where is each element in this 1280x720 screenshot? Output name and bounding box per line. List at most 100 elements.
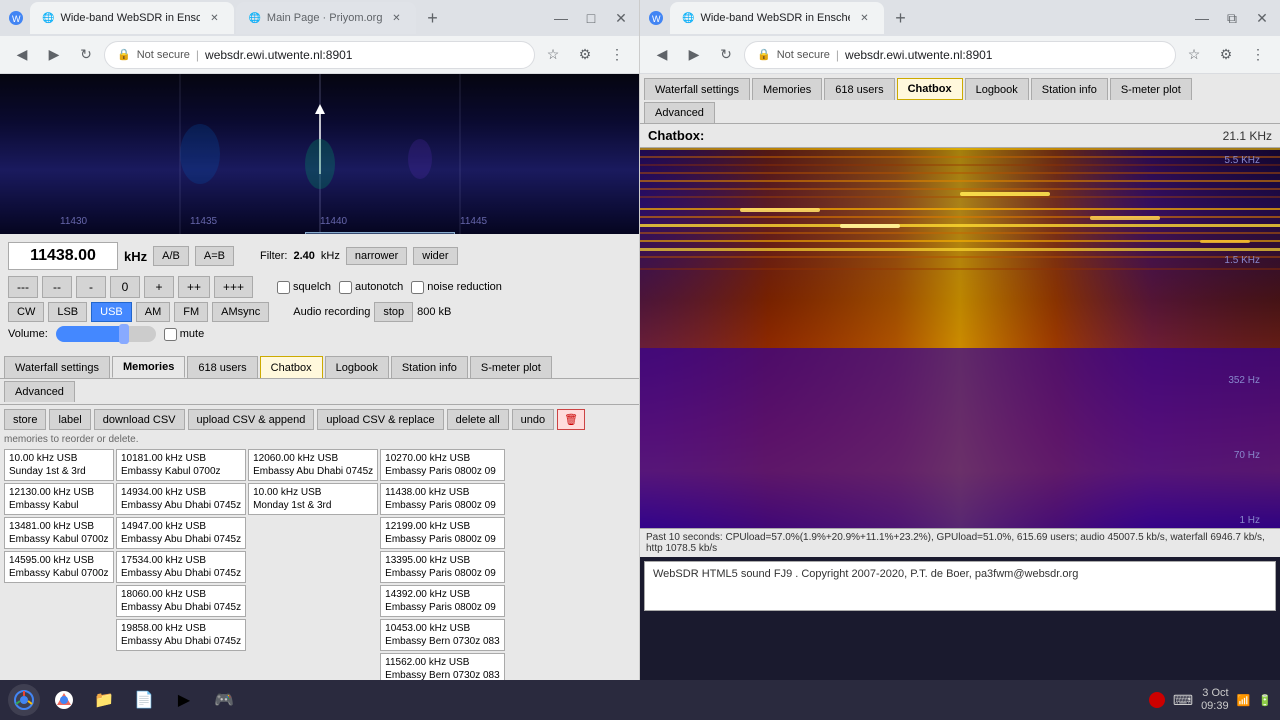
autonotch-checkbox[interactable]	[339, 281, 352, 294]
fm-mode-button[interactable]: FM	[174, 302, 208, 322]
step-plus2-button[interactable]: ++	[178, 276, 210, 298]
minimize-button-right[interactable]: —	[1188, 4, 1216, 32]
step-minus1-button[interactable]: -	[76, 276, 106, 298]
volume-slider[interactable]	[56, 326, 156, 342]
refresh-button-right[interactable]: ↻	[712, 41, 740, 69]
mem-item-6[interactable]: 14934.00 kHz USBEmbassy Abu Dhabi 0745z	[116, 483, 246, 515]
mem-item-15[interactable]: 12199.00 kHz USBEmbassy Paris 0800z 09	[380, 517, 505, 549]
am-mode-button[interactable]: AM	[136, 302, 171, 322]
right-tab-1-close[interactable]: ✕	[856, 10, 872, 26]
taskbar-chrome-icon[interactable]	[48, 684, 80, 716]
taskbar-docs-icon[interactable]: 📄	[128, 684, 160, 716]
mem-item-3[interactable]: 13481.00 kHz USBEmbassy Kabul 0700z	[4, 517, 114, 549]
taskbar-files-icon[interactable]: 📁	[88, 684, 120, 716]
mem-item-9[interactable]: 18060.00 kHz USBEmbassy Abu Dhabi 0745z	[116, 585, 246, 617]
taskbar-time-date[interactable]: 3 Oct 09:39	[1201, 687, 1229, 713]
step-minus3-button[interactable]: ---	[8, 276, 38, 298]
tab-users-left[interactable]: 618 users	[187, 356, 257, 378]
mem-item-17[interactable]: 14392.00 kHz USBEmbassy Paris 0800z 09	[380, 585, 505, 617]
close-button-left[interactable]: ✕	[607, 4, 635, 32]
undo-button[interactable]: undo	[512, 409, 554, 430]
tab-advanced-right[interactable]: Advanced	[644, 102, 715, 123]
taskbar-keyboard-icon[interactable]: ⌨	[1173, 692, 1193, 709]
mem-item-10[interactable]: 19858.00 kHz USBEmbassy Abu Dhabi 0745z	[116, 619, 246, 651]
taskbar-youtube-icon[interactable]: ▶	[168, 684, 200, 716]
mem-item-2[interactable]: 12130.00 kHz USBEmbassy Kabul	[4, 483, 114, 515]
more-button-left[interactable]: ⋮	[603, 41, 631, 69]
tab-station-info-right[interactable]: Station info	[1031, 78, 1108, 100]
taskbar-play-icon[interactable]: 🎮	[208, 684, 240, 716]
tab-memories-left[interactable]: Memories	[112, 356, 185, 378]
amsync-mode-button[interactable]: AMsync	[212, 302, 269, 322]
tab-chatbox-right[interactable]: Chatbox	[897, 78, 963, 100]
cw-mode-button[interactable]: CW	[8, 302, 44, 322]
taskbar-wifi-icon[interactable]: 📶	[1237, 694, 1251, 707]
stop-button[interactable]: stop	[374, 302, 413, 322]
left-new-tab-button[interactable]: +	[418, 4, 446, 32]
tab-logbook-right[interactable]: Logbook	[965, 78, 1029, 100]
maximize-button-left[interactable]: □	[577, 4, 605, 32]
left-url-bar[interactable]: 🔒 Not secure | websdr.ewi.utwente.nl:890…	[104, 41, 535, 69]
step-plus3-button[interactable]: +++	[214, 276, 253, 298]
mem-item-14[interactable]: 11438.00 kHz USBEmbassy Paris 0800z 09	[380, 483, 505, 515]
taskbar-chromeos-icon[interactable]	[8, 684, 40, 716]
tab-waterfall-settings-right[interactable]: Waterfall settings	[644, 78, 750, 100]
back-button-left[interactable]: ◀	[8, 41, 36, 69]
close-button-right[interactable]: ✕	[1248, 4, 1276, 32]
mem-item-11[interactable]: 12060.00 kHz USBEmbassy Abu Dhabi 0745z	[248, 449, 378, 481]
download-csv-button[interactable]: download CSV	[94, 409, 185, 430]
left-tab-1-close[interactable]: ✕	[206, 10, 222, 26]
upload-csv-replace-button[interactable]: upload CSV & replace	[317, 409, 443, 430]
label-button[interactable]: label	[49, 409, 90, 430]
right-tab-1[interactable]: 🌐 Wide-band WebSDR in Ensche... ✕	[670, 2, 884, 34]
extension-button-left[interactable]: ⚙	[571, 41, 599, 69]
noise-reduction-checkbox[interactable]	[411, 281, 424, 294]
right-new-tab-button[interactable]: +	[886, 4, 914, 32]
tab-waterfall-settings-left[interactable]: Waterfall settings	[4, 356, 110, 378]
usb-mode-button[interactable]: USB	[91, 302, 132, 322]
minimize-button-left[interactable]: —	[547, 4, 575, 32]
right-url-bar[interactable]: 🔒 Not secure | websdr.ewi.utwente.nl:890…	[744, 41, 1176, 69]
left-tab-2-close[interactable]: ✕	[388, 10, 404, 26]
mute-checkbox[interactable]	[164, 328, 177, 341]
tab-station-info-left[interactable]: Station info	[391, 356, 468, 378]
frequency-input[interactable]: 11438.00	[8, 242, 118, 270]
store-button[interactable]: store	[4, 409, 46, 430]
bookmark-button-right[interactable]: ☆	[1180, 41, 1208, 69]
forward-button-right[interactable]: ▶	[680, 41, 708, 69]
step-plus1-button[interactable]: +	[144, 276, 174, 298]
bookmark-button-left[interactable]: ☆	[539, 41, 567, 69]
back-button-right[interactable]: ◀	[648, 41, 676, 69]
volume-thumb[interactable]	[119, 324, 129, 344]
mem-item-5[interactable]: 10181.00 kHz USBEmbassy Kabul 0700z	[116, 449, 246, 481]
tab-memories-right[interactable]: Memories	[752, 78, 822, 100]
left-tab-1[interactable]: 🌐 Wide-band WebSDR in Ensc... ✕	[30, 2, 234, 34]
mem-item-12[interactable]: 10.00 kHz USBMonday 1st & 3rd	[248, 483, 378, 515]
tab-chatbox-left[interactable]: Chatbox	[260, 356, 323, 378]
taskbar-battery-icon[interactable]: 🔋	[1258, 694, 1272, 707]
refresh-button-left[interactable]: ↻	[72, 41, 100, 69]
more-button-right[interactable]: ⋮	[1244, 41, 1272, 69]
mem-item-18[interactable]: 10453.00 kHz USBEmbassy Bern 0730z 083	[380, 619, 505, 651]
tab-logbook-left[interactable]: Logbook	[325, 356, 389, 378]
squelch-checkbox[interactable]	[277, 281, 290, 294]
mem-item-16[interactable]: 13395.00 kHz USBEmbassy Paris 0800z 09	[380, 551, 505, 583]
delete-all-button[interactable]: delete all	[447, 409, 509, 430]
mem-item-1[interactable]: 10.00 kHz USBSunday 1st & 3rd	[4, 449, 114, 481]
mem-item-8[interactable]: 17534.00 kHz USBEmbassy Abu Dhabi 0745z	[116, 551, 246, 583]
mem-item-4[interactable]: 14595.00 kHz USBEmbassy Kabul 0700z	[4, 551, 114, 583]
mem-item-13[interactable]: 10270.00 kHz USBEmbassy Paris 0800z 09	[380, 449, 505, 481]
tab-smeter-right[interactable]: S-meter plot	[1110, 78, 1192, 100]
tab-smeter-left[interactable]: S-meter plot	[470, 356, 552, 378]
aeqb-button[interactable]: A=B	[195, 246, 234, 266]
step-zero-button[interactable]: 0	[110, 276, 140, 298]
tab-advanced-left[interactable]: Advanced	[4, 381, 75, 402]
narrower-button[interactable]: narrower	[346, 247, 407, 265]
trash-button[interactable]: 🗑	[557, 409, 585, 430]
upload-csv-append-button[interactable]: upload CSV & append	[188, 409, 315, 430]
wider-button[interactable]: wider	[413, 247, 457, 265]
step-minus2-button[interactable]: --	[42, 276, 72, 298]
mem-item-7[interactable]: 14947.00 kHz USBEmbassy Abu Dhabi 0745z	[116, 517, 246, 549]
restore-button-right[interactable]: ⧉	[1218, 4, 1246, 32]
lsb-mode-button[interactable]: LSB	[48, 302, 87, 322]
